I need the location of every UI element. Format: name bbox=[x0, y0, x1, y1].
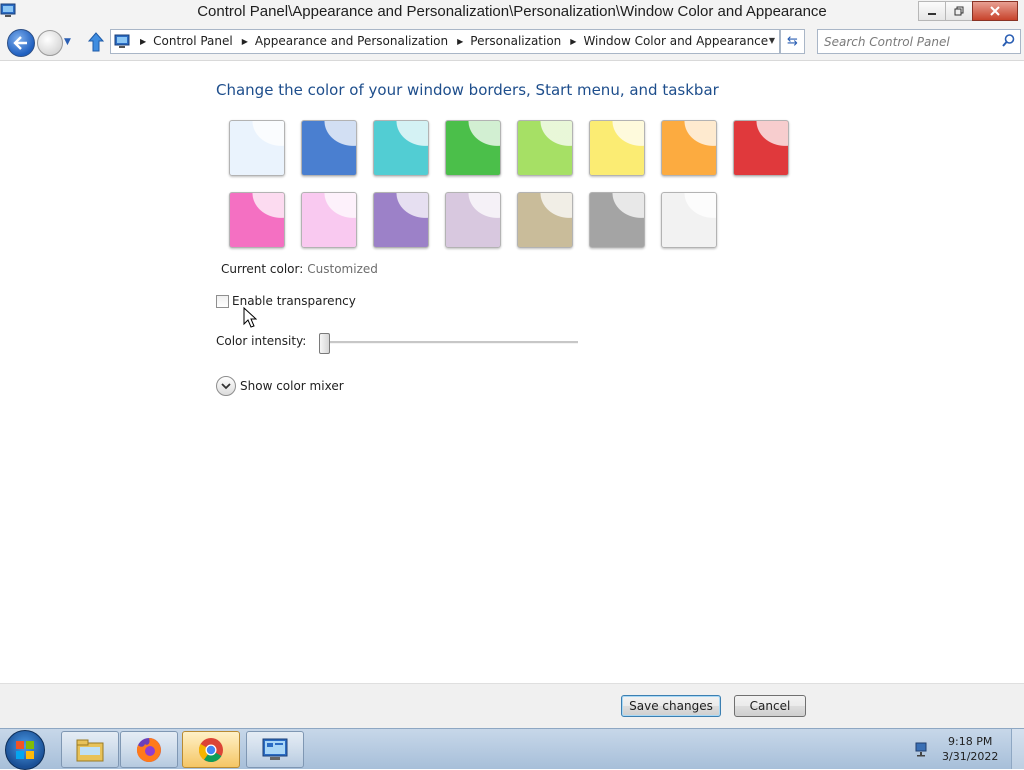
clock-time: 9:18 PM bbox=[948, 735, 993, 748]
breadcrumb-personalization[interactable]: Personalization bbox=[470, 34, 561, 48]
restore-button[interactable] bbox=[945, 1, 973, 21]
chevron-right-icon[interactable]: ▶ bbox=[242, 37, 248, 46]
swatch-gloss bbox=[230, 121, 284, 175]
refresh-button[interactable]: ⇆ bbox=[780, 29, 805, 54]
start-button[interactable] bbox=[5, 730, 45, 770]
color-swatch[interactable] bbox=[661, 120, 717, 176]
network-icon[interactable] bbox=[914, 740, 932, 758]
search-input[interactable] bbox=[822, 32, 998, 51]
swatch-gloss bbox=[590, 193, 644, 247]
breadcrumb-appearance-personalization[interactable]: Appearance and Personalization bbox=[255, 34, 448, 48]
minimize-button[interactable] bbox=[918, 1, 946, 21]
window-title: Control Panel\Appearance and Personaliza… bbox=[197, 3, 827, 20]
save-changes-button[interactable]: Save changes bbox=[621, 695, 721, 717]
chevron-right-icon[interactable]: ▶ bbox=[457, 37, 463, 46]
system-clock[interactable]: 9:18 PM 3/31/2022 bbox=[942, 734, 998, 764]
chevron-right-icon[interactable]: ▶ bbox=[570, 37, 576, 46]
swatch-gloss bbox=[302, 193, 356, 247]
swatch-gloss bbox=[662, 193, 716, 247]
swatch-gloss bbox=[518, 121, 572, 175]
show-color-mixer-label[interactable]: Show color mixer bbox=[240, 379, 344, 393]
restore-icon bbox=[954, 6, 964, 16]
search-box[interactable] bbox=[817, 29, 1021, 54]
swatch-gloss bbox=[590, 121, 644, 175]
title-bar: Control Panel\Appearance and Personaliza… bbox=[0, 0, 1024, 24]
cancel-button[interactable]: Cancel bbox=[734, 695, 806, 717]
color-swatch[interactable] bbox=[301, 192, 357, 248]
taskbar-control-panel[interactable] bbox=[246, 731, 304, 768]
chevron-right-icon[interactable]: ▶ bbox=[140, 37, 146, 46]
navigation-bar: ▼ ▶ Control Panel ▶ Appearance and Perso… bbox=[0, 24, 1024, 61]
control-panel-icon bbox=[114, 34, 130, 48]
chevron-down-icon[interactable]: ▼ bbox=[769, 36, 775, 45]
color-swatch[interactable] bbox=[301, 120, 357, 176]
file-explorer-icon bbox=[76, 739, 104, 761]
color-swatch[interactable] bbox=[517, 120, 573, 176]
breadcrumb-control-panel[interactable]: Control Panel bbox=[153, 34, 233, 48]
chevron-down-icon bbox=[221, 383, 231, 390]
color-swatch[interactable] bbox=[445, 192, 501, 248]
taskbar: 9:18 PM 3/31/2022 bbox=[0, 728, 1024, 770]
breadcrumb-window-color[interactable]: Window Color and Appearance bbox=[583, 34, 768, 48]
back-arrow-icon bbox=[13, 36, 27, 50]
refresh-icon: ⇆ bbox=[787, 34, 798, 49]
color-swatch[interactable] bbox=[229, 120, 285, 176]
up-arrow-icon[interactable] bbox=[86, 31, 106, 53]
color-swatch[interactable] bbox=[229, 192, 285, 248]
color-swatch[interactable] bbox=[733, 120, 789, 176]
show-color-mixer-button[interactable] bbox=[216, 376, 236, 396]
color-swatch[interactable] bbox=[589, 192, 645, 248]
color-intensity-slider[interactable] bbox=[322, 341, 578, 344]
swatch-gloss bbox=[518, 193, 572, 247]
color-swatch[interactable] bbox=[661, 192, 717, 248]
search-icon[interactable] bbox=[1001, 33, 1016, 48]
current-color-value: Customized bbox=[307, 262, 378, 276]
swatch-gloss bbox=[446, 193, 500, 247]
swatch-gloss bbox=[662, 121, 716, 175]
color-swatch[interactable] bbox=[373, 192, 429, 248]
control-panel-icon bbox=[262, 738, 288, 760]
swatch-gloss bbox=[374, 193, 428, 247]
swatch-gloss bbox=[734, 121, 788, 175]
windows-logo-icon bbox=[16, 741, 34, 759]
current-color: Current color: Customized bbox=[221, 262, 378, 276]
swatch-gloss bbox=[230, 193, 284, 247]
swatch-gloss bbox=[374, 121, 428, 175]
mouse-cursor-icon bbox=[243, 307, 257, 328]
recent-pages-dropdown-icon[interactable]: ▼ bbox=[64, 37, 71, 47]
back-button[interactable] bbox=[7, 29, 35, 57]
swatch-gloss bbox=[446, 121, 500, 175]
minimize-icon bbox=[928, 13, 936, 15]
close-button[interactable] bbox=[972, 1, 1018, 21]
forward-button[interactable] bbox=[37, 30, 63, 56]
enable-transparency-label[interactable]: Enable transparency bbox=[232, 294, 356, 308]
color-intensity-label: Color intensity: bbox=[216, 334, 307, 348]
color-swatch[interactable] bbox=[517, 192, 573, 248]
breadcrumb: ▶ Control Panel ▶ Appearance and Persona… bbox=[135, 34, 768, 48]
current-color-label: Current color: bbox=[221, 262, 304, 276]
swatch-gloss bbox=[302, 121, 356, 175]
color-swatch[interactable] bbox=[589, 120, 645, 176]
clock-date: 3/31/2022 bbox=[942, 750, 999, 763]
color-intensity-slider-thumb[interactable] bbox=[319, 333, 330, 354]
taskbar-chrome[interactable] bbox=[182, 731, 240, 768]
page-title: Change the color of your window borders,… bbox=[216, 81, 719, 99]
color-swatch[interactable] bbox=[373, 120, 429, 176]
show-desktop-button[interactable] bbox=[1011, 729, 1024, 769]
taskbar-firefox[interactable] bbox=[120, 731, 178, 768]
taskbar-file-explorer[interactable] bbox=[61, 731, 119, 768]
enable-transparency-checkbox[interactable] bbox=[216, 295, 229, 308]
close-icon bbox=[990, 6, 1000, 16]
color-swatch[interactable] bbox=[445, 120, 501, 176]
chrome-icon bbox=[198, 737, 223, 762]
footer: Save changes Cancel bbox=[0, 683, 1024, 729]
firefox-icon bbox=[136, 737, 161, 762]
address-bar[interactable]: ▶ Control Panel ▶ Appearance and Persona… bbox=[110, 29, 780, 54]
